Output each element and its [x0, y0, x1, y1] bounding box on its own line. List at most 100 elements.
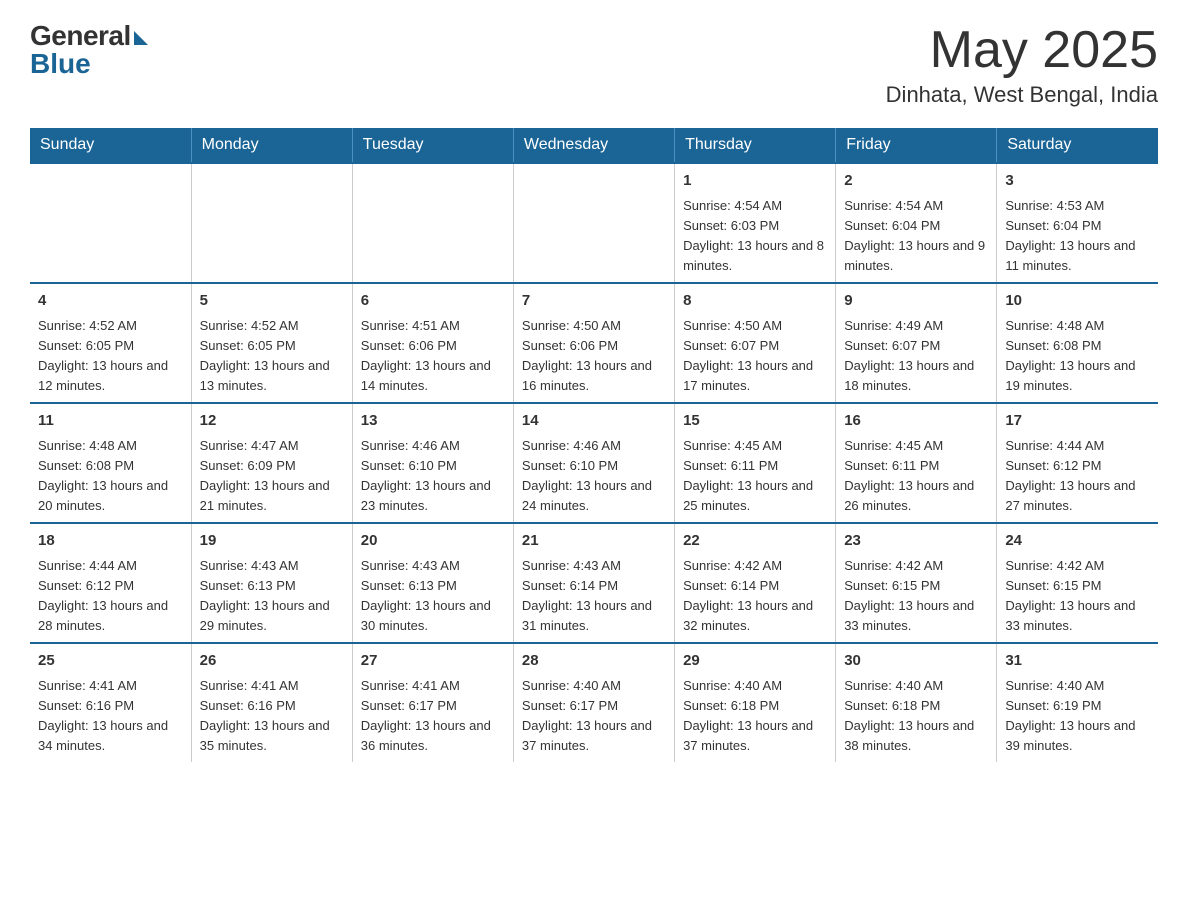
day-info: Sunrise: 4:44 AM Sunset: 6:12 PM Dayligh…	[38, 556, 183, 637]
logo-triangle-icon	[134, 31, 148, 45]
weekday-header: Sunday	[30, 128, 191, 163]
day-number: 14	[522, 410, 666, 433]
day-info: Sunrise: 4:41 AM Sunset: 6:16 PM Dayligh…	[200, 676, 344, 757]
calendar-day-cell	[30, 163, 191, 283]
day-number: 2	[844, 170, 988, 193]
calendar-day-cell: 7 Sunrise: 4:50 AM Sunset: 6:06 PM Daylig…	[513, 283, 674, 403]
calendar-day-cell: 6 Sunrise: 4:51 AM Sunset: 6:06 PM Daylig…	[352, 283, 513, 403]
calendar-week-row: 4Sunrise: 4:52 AM Sunset: 6:05 PM Daylig…	[30, 283, 1158, 403]
day-info: Sunrise: 4:45 AM Sunset: 6:11 PM Dayligh…	[844, 436, 988, 517]
calendar-day-cell: 19 Sunrise: 4:43 AM Sunset: 6:13 PM Dayli…	[191, 523, 352, 643]
month-title: May 2025	[886, 20, 1158, 80]
calendar-day-cell: 10 Sunrise: 4:48 AM Sunset: 6:08 PM Dayli…	[997, 283, 1158, 403]
calendar-day-cell: 20Sunrise: 4:43 AM Sunset: 6:13 PM Dayli…	[352, 523, 513, 643]
day-number: 15	[683, 410, 827, 433]
calendar-day-cell: 4Sunrise: 4:52 AM Sunset: 6:05 PM Daylig…	[30, 283, 191, 403]
calendar-day-cell: 31 Sunrise: 4:40 AM Sunset: 6:19 PM Dayli…	[997, 643, 1158, 762]
weekday-header: Tuesday	[352, 128, 513, 163]
day-number: 18	[38, 530, 183, 553]
calendar-table: SundayMondayTuesdayWednesdayThursdayFrid…	[30, 128, 1158, 762]
day-number: 7	[522, 290, 666, 313]
day-info: Sunrise: 4:43 AM Sunset: 6:14 PM Dayligh…	[522, 556, 666, 637]
day-number: 12	[200, 410, 344, 433]
day-number: 31	[1005, 650, 1150, 673]
calendar-day-cell: 14Sunrise: 4:46 AM Sunset: 6:10 PM Dayli…	[513, 403, 674, 523]
calendar-day-cell: 16 Sunrise: 4:45 AM Sunset: 6:11 PM Dayli…	[836, 403, 997, 523]
calendar-day-cell: 18 Sunrise: 4:44 AM Sunset: 6:12 PM Dayli…	[30, 523, 191, 643]
day-info: Sunrise: 4:40 AM Sunset: 6:17 PM Dayligh…	[522, 676, 666, 757]
weekday-header: Monday	[191, 128, 352, 163]
day-number: 9	[844, 290, 988, 313]
weekday-header: Thursday	[675, 128, 836, 163]
day-info: Sunrise: 4:45 AM Sunset: 6:11 PM Dayligh…	[683, 436, 827, 517]
day-number: 13	[361, 410, 505, 433]
day-number: 29	[683, 650, 827, 673]
calendar-day-cell: 21 Sunrise: 4:43 AM Sunset: 6:14 PM Dayli…	[513, 523, 674, 643]
day-number: 23	[844, 530, 988, 553]
calendar-day-cell: 29 Sunrise: 4:40 AM Sunset: 6:18 PM Dayli…	[675, 643, 836, 762]
calendar-header-row: SundayMondayTuesdayWednesdayThursdayFrid…	[30, 128, 1158, 163]
calendar-day-cell	[513, 163, 674, 283]
calendar-day-cell: 11Sunrise: 4:48 AM Sunset: 6:08 PM Dayli…	[30, 403, 191, 523]
day-info: Sunrise: 4:46 AM Sunset: 6:10 PM Dayligh…	[361, 436, 505, 517]
day-info: Sunrise: 4:52 AM Sunset: 6:05 PM Dayligh…	[38, 316, 183, 397]
calendar-week-row: 25 Sunrise: 4:41 AM Sunset: 6:16 PM Dayli…	[30, 643, 1158, 762]
day-info: Sunrise: 4:48 AM Sunset: 6:08 PM Dayligh…	[1005, 316, 1150, 397]
weekday-header: Wednesday	[513, 128, 674, 163]
day-number: 3	[1005, 170, 1150, 193]
day-info: Sunrise: 4:40 AM Sunset: 6:18 PM Dayligh…	[844, 676, 988, 757]
weekday-header: Saturday	[997, 128, 1158, 163]
day-info: Sunrise: 4:40 AM Sunset: 6:18 PM Dayligh…	[683, 676, 827, 757]
day-number: 26	[200, 650, 344, 673]
calendar-day-cell: 28 Sunrise: 4:40 AM Sunset: 6:17 PM Dayli…	[513, 643, 674, 762]
day-info: Sunrise: 4:43 AM Sunset: 6:13 PM Dayligh…	[361, 556, 505, 637]
day-info: Sunrise: 4:51 AM Sunset: 6:06 PM Dayligh…	[361, 316, 505, 397]
title-section: May 2025 Dinhata, West Bengal, India	[886, 20, 1158, 108]
calendar-day-cell: 13 Sunrise: 4:46 AM Sunset: 6:10 PM Dayli…	[352, 403, 513, 523]
day-number: 25	[38, 650, 183, 673]
calendar-day-cell	[191, 163, 352, 283]
day-number: 16	[844, 410, 988, 433]
calendar-day-cell: 30 Sunrise: 4:40 AM Sunset: 6:18 PM Dayli…	[836, 643, 997, 762]
calendar-day-cell: 26 Sunrise: 4:41 AM Sunset: 6:16 PM Dayli…	[191, 643, 352, 762]
calendar-day-cell: 12Sunrise: 4:47 AM Sunset: 6:09 PM Dayli…	[191, 403, 352, 523]
day-number: 28	[522, 650, 666, 673]
day-info: Sunrise: 4:52 AM Sunset: 6:05 PM Dayligh…	[200, 316, 344, 397]
day-info: Sunrise: 4:54 AM Sunset: 6:04 PM Dayligh…	[844, 196, 988, 277]
day-info: Sunrise: 4:41 AM Sunset: 6:17 PM Dayligh…	[361, 676, 505, 757]
calendar-day-cell: 3Sunrise: 4:53 AM Sunset: 6:04 PM Daylig…	[997, 163, 1158, 283]
day-info: Sunrise: 4:40 AM Sunset: 6:19 PM Dayligh…	[1005, 676, 1150, 757]
day-number: 8	[683, 290, 827, 313]
day-number: 10	[1005, 290, 1150, 313]
logo-blue-text: Blue	[30, 48, 91, 80]
day-number: 30	[844, 650, 988, 673]
calendar-day-cell: 15 Sunrise: 4:45 AM Sunset: 6:11 PM Dayli…	[675, 403, 836, 523]
day-info: Sunrise: 4:42 AM Sunset: 6:15 PM Dayligh…	[1005, 556, 1150, 637]
calendar-week-row: 11Sunrise: 4:48 AM Sunset: 6:08 PM Dayli…	[30, 403, 1158, 523]
page-header: General Blue May 2025 Dinhata, West Beng…	[30, 20, 1158, 108]
day-number: 1	[683, 170, 827, 193]
day-info: Sunrise: 4:43 AM Sunset: 6:13 PM Dayligh…	[200, 556, 344, 637]
calendar-day-cell: 25 Sunrise: 4:41 AM Sunset: 6:16 PM Dayli…	[30, 643, 191, 762]
day-info: Sunrise: 4:44 AM Sunset: 6:12 PM Dayligh…	[1005, 436, 1150, 517]
day-number: 24	[1005, 530, 1150, 553]
calendar-day-cell: 8 Sunrise: 4:50 AM Sunset: 6:07 PM Daylig…	[675, 283, 836, 403]
day-info: Sunrise: 4:50 AM Sunset: 6:07 PM Dayligh…	[683, 316, 827, 397]
calendar-day-cell: 23 Sunrise: 4:42 AM Sunset: 6:15 PM Dayli…	[836, 523, 997, 643]
day-number: 6	[361, 290, 505, 313]
day-number: 19	[200, 530, 344, 553]
day-info: Sunrise: 4:54 AM Sunset: 6:03 PM Dayligh…	[683, 196, 827, 277]
day-number: 21	[522, 530, 666, 553]
calendar-week-row: 1 Sunrise: 4:54 AM Sunset: 6:03 PM Daylig…	[30, 163, 1158, 283]
day-number: 27	[361, 650, 505, 673]
logo: General Blue	[30, 20, 148, 80]
calendar-day-cell: 27 Sunrise: 4:41 AM Sunset: 6:17 PM Dayli…	[352, 643, 513, 762]
calendar-week-row: 18 Sunrise: 4:44 AM Sunset: 6:12 PM Dayli…	[30, 523, 1158, 643]
day-info: Sunrise: 4:42 AM Sunset: 6:14 PM Dayligh…	[683, 556, 827, 637]
day-info: Sunrise: 4:49 AM Sunset: 6:07 PM Dayligh…	[844, 316, 988, 397]
day-number: 17	[1005, 410, 1150, 433]
day-info: Sunrise: 4:50 AM Sunset: 6:06 PM Dayligh…	[522, 316, 666, 397]
day-number: 11	[38, 410, 183, 433]
day-info: Sunrise: 4:41 AM Sunset: 6:16 PM Dayligh…	[38, 676, 183, 757]
day-info: Sunrise: 4:42 AM Sunset: 6:15 PM Dayligh…	[844, 556, 988, 637]
